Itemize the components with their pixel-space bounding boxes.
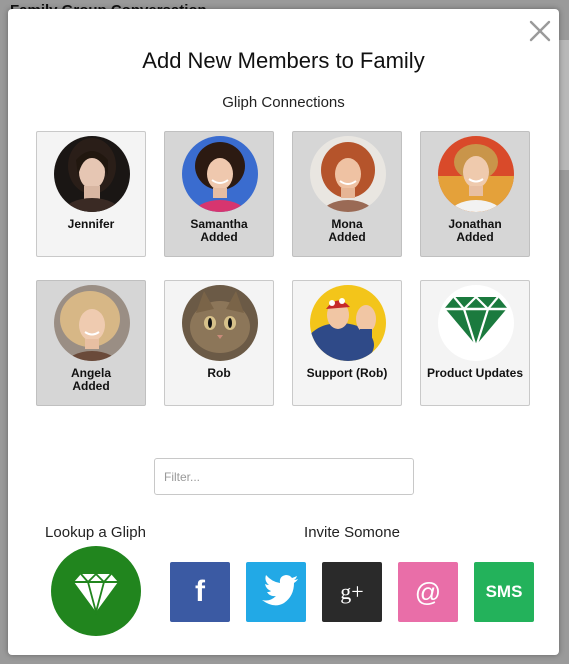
connection-name: Angela: [70, 366, 111, 380]
filter-input[interactable]: [154, 458, 414, 495]
twitter-bird-icon: [262, 575, 298, 606]
connection-status: Added: [328, 230, 366, 244]
connection-name: Product Updates: [426, 366, 523, 380]
connection-name: Jonathan: [448, 217, 502, 231]
connection-status: Added: [72, 379, 110, 393]
connection-card-jonathan[interactable]: Jonathan Added: [420, 131, 530, 257]
lookup-label: Lookup a Gliph: [45, 524, 146, 541]
invite-email-button[interactable]: @: [398, 562, 458, 622]
invite-sms-button[interactable]: SMS: [474, 562, 534, 622]
add-members-dialog: Add New Members to Family Gliph Connecti…: [8, 9, 559, 655]
connection-name: Rob: [207, 366, 231, 380]
background-sidebar: [559, 40, 569, 170]
connection-name: Jennifer: [67, 217, 115, 231]
connection-card-rob[interactable]: Rob: [164, 280, 274, 406]
invite-facebook-button[interactable]: f: [170, 562, 230, 622]
gliph-diamond-logo: [438, 285, 514, 361]
invite-twitter-button[interactable]: [246, 562, 306, 622]
avatar: [310, 285, 386, 361]
avatar: [54, 285, 130, 361]
google-plus-icon: g+: [340, 579, 364, 604]
invite-google-plus-button[interactable]: g+: [322, 562, 382, 622]
connections-heading: Gliph Connections: [222, 94, 345, 111]
close-icon[interactable]: [528, 19, 552, 43]
connection-card-angela[interactable]: Angela Added: [36, 280, 146, 406]
diamond-icon: [74, 572, 118, 616]
invite-label: Invite Somone: [304, 524, 400, 541]
facebook-icon: f: [195, 575, 205, 608]
avatar: [182, 285, 258, 361]
dialog-title: Add New Members to Family: [142, 48, 425, 73]
connection-status: Added: [456, 230, 494, 244]
connection-card-mona[interactable]: Mona Added: [292, 131, 402, 257]
connection-card-support-rob[interactable]: Support (Rob): [292, 280, 402, 406]
connection-name: Mona: [331, 217, 363, 231]
connection-card-samantha[interactable]: Samantha Added: [164, 131, 274, 257]
connection-card-jennifer[interactable]: Jennifer: [36, 131, 146, 257]
connection-name: Samantha: [190, 217, 248, 231]
avatar: [54, 136, 130, 212]
lookup-gliph-button[interactable]: [51, 546, 141, 636]
email-at-icon: @: [414, 577, 442, 607]
connection-status: Added: [200, 230, 238, 244]
avatar: [182, 136, 258, 212]
avatar: [438, 136, 514, 212]
connection-name: Support (Rob): [306, 366, 388, 380]
avatar: [310, 136, 386, 212]
sms-icon: SMS: [485, 582, 523, 601]
connection-card-product-updates[interactable]: Product Updates: [420, 280, 530, 406]
